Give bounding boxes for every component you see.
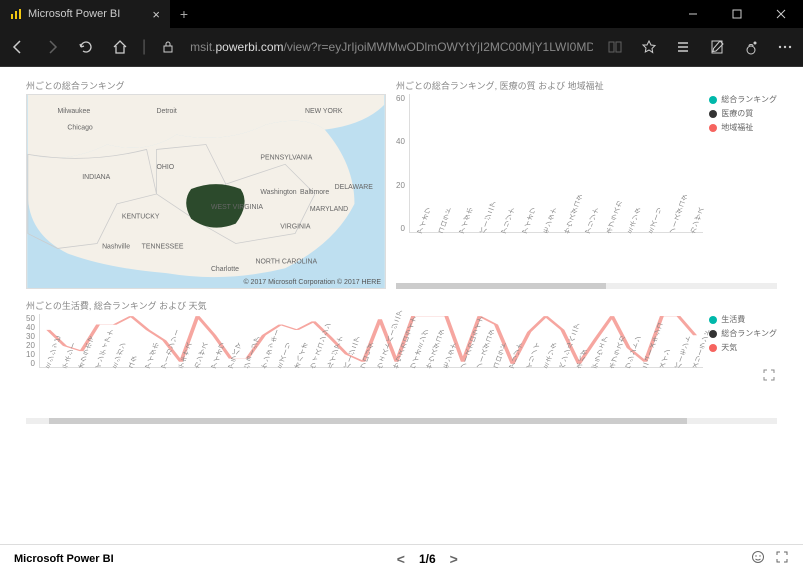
- reading-view-icon[interactable]: [603, 35, 627, 59]
- favorite-icon[interactable]: [637, 35, 661, 59]
- svg-text:MARYLAND: MARYLAND: [310, 206, 348, 213]
- svg-text:TENNESSEE: TENNESSEE: [142, 243, 184, 250]
- svg-text:DELAWARE: DELAWARE: [335, 184, 374, 191]
- svg-text:WEST VIRGINIA: WEST VIRGINIA: [211, 204, 263, 211]
- bar-chart-2[interactable]: 州ごとの生活費, 総合ランキング および 天気 50403020100 ミシシッ…: [26, 299, 777, 424]
- page-indicator: 1/6: [419, 552, 436, 566]
- prev-page-button[interactable]: <: [397, 551, 405, 567]
- chart2-yaxis: 50403020100: [26, 314, 39, 368]
- close-tab-icon[interactable]: ×: [152, 7, 160, 22]
- back-button[interactable]: [6, 35, 30, 59]
- map-visual[interactable]: 州ごとの総合ランキング Milwaukee Chicago Detroit OHIO I…: [26, 79, 386, 289]
- svg-text:KENTUCKY: KENTUCKY: [122, 214, 160, 221]
- bar1-title: 州ごとの総合ランキング, 医療の質 および 地域福祉: [396, 79, 777, 92]
- svg-text:Chicago: Chicago: [67, 125, 92, 132]
- tab-title: Microsoft Power BI: [28, 8, 120, 20]
- forward-button: [40, 35, 64, 59]
- new-tab-button[interactable]: +: [170, 6, 198, 22]
- svg-text:VIRGINIA: VIRGINIA: [280, 224, 311, 231]
- url-prefix: msit.: [190, 40, 215, 54]
- svg-text:Washington: Washington: [260, 189, 296, 196]
- svg-text:Baltimore: Baltimore: [300, 189, 329, 196]
- next-page-button[interactable]: >: [450, 551, 458, 567]
- address-bar[interactable]: msit.powerbi.com/view?r=eyJrIjoiMWMwODlm…: [190, 40, 593, 54]
- url-path: /view?r=eyJrIjoiMWMwODlmOWYtYjI2MC00MjY1…: [284, 40, 593, 54]
- close-window-button[interactable]: [759, 0, 803, 28]
- map-canvas[interactable]: Milwaukee Chicago Detroit OHIO INDIANA KENTUC…: [26, 94, 386, 289]
- browser-tab[interactable]: Microsoft Power BI ×: [0, 0, 170, 28]
- focus-mode-icon[interactable]: [763, 369, 775, 384]
- footer-brand: Microsoft Power BI: [14, 553, 114, 565]
- chart1-plot[interactable]: アイオワコロラドアイダホバージニアアリゾナアイオワモンタナサウスダコタアリゾナネ…: [409, 94, 703, 233]
- svg-text:Nashville: Nashville: [102, 243, 130, 250]
- svg-text:Milwaukee: Milwaukee: [58, 108, 91, 115]
- smiley-feedback-icon[interactable]: [751, 550, 765, 567]
- svg-text:NEW YORK: NEW YORK: [305, 108, 343, 115]
- hub-icon[interactable]: [671, 35, 695, 59]
- more-icon[interactable]: [773, 35, 797, 59]
- fullscreen-icon[interactable]: [775, 550, 789, 567]
- chart2-legend: 生活費総合ランキング天気: [703, 314, 777, 368]
- maximize-button[interactable]: [715, 0, 759, 28]
- map-credits: © 2017 Microsoft Corporation © 2017 HERE: [243, 279, 381, 286]
- lock-icon: [156, 35, 180, 59]
- chart1-yaxis: 6040200: [396, 94, 409, 233]
- chart1-scrollbar[interactable]: [396, 283, 777, 289]
- chart1-legend: 総合ランキング医療の質地域福祉: [703, 94, 777, 233]
- svg-text:Charlotte: Charlotte: [211, 266, 239, 273]
- home-button[interactable]: [108, 35, 132, 59]
- minimize-button[interactable]: [671, 0, 715, 28]
- powerbi-favicon-icon: [10, 8, 22, 20]
- svg-text:NORTH CAROLINA: NORTH CAROLINA: [255, 258, 317, 265]
- url-host: powerbi.com: [216, 40, 284, 54]
- refresh-button[interactable]: [74, 35, 98, 59]
- share-icon[interactable]: [739, 35, 763, 59]
- map-title: 州ごとの総合ランキング: [26, 79, 386, 92]
- chart2-scrollbar[interactable]: [26, 418, 777, 424]
- svg-text:Detroit: Detroit: [157, 108, 177, 115]
- svg-text:INDIANA: INDIANA: [82, 174, 110, 181]
- svg-text:OHIO: OHIO: [157, 164, 175, 171]
- svg-text:PENNSYLVANIA: PENNSYLVANIA: [260, 154, 312, 161]
- bar-chart-1[interactable]: 州ごとの総合ランキング, 医療の質 および 地域福祉 6040200 アイオワコ…: [396, 79, 777, 289]
- notes-icon[interactable]: [705, 35, 729, 59]
- chart2-plot[interactable]: ミシシッピテネシーオクラホマインディアナミシガンユタアイダホアーカンソーテキサス…: [39, 314, 703, 368]
